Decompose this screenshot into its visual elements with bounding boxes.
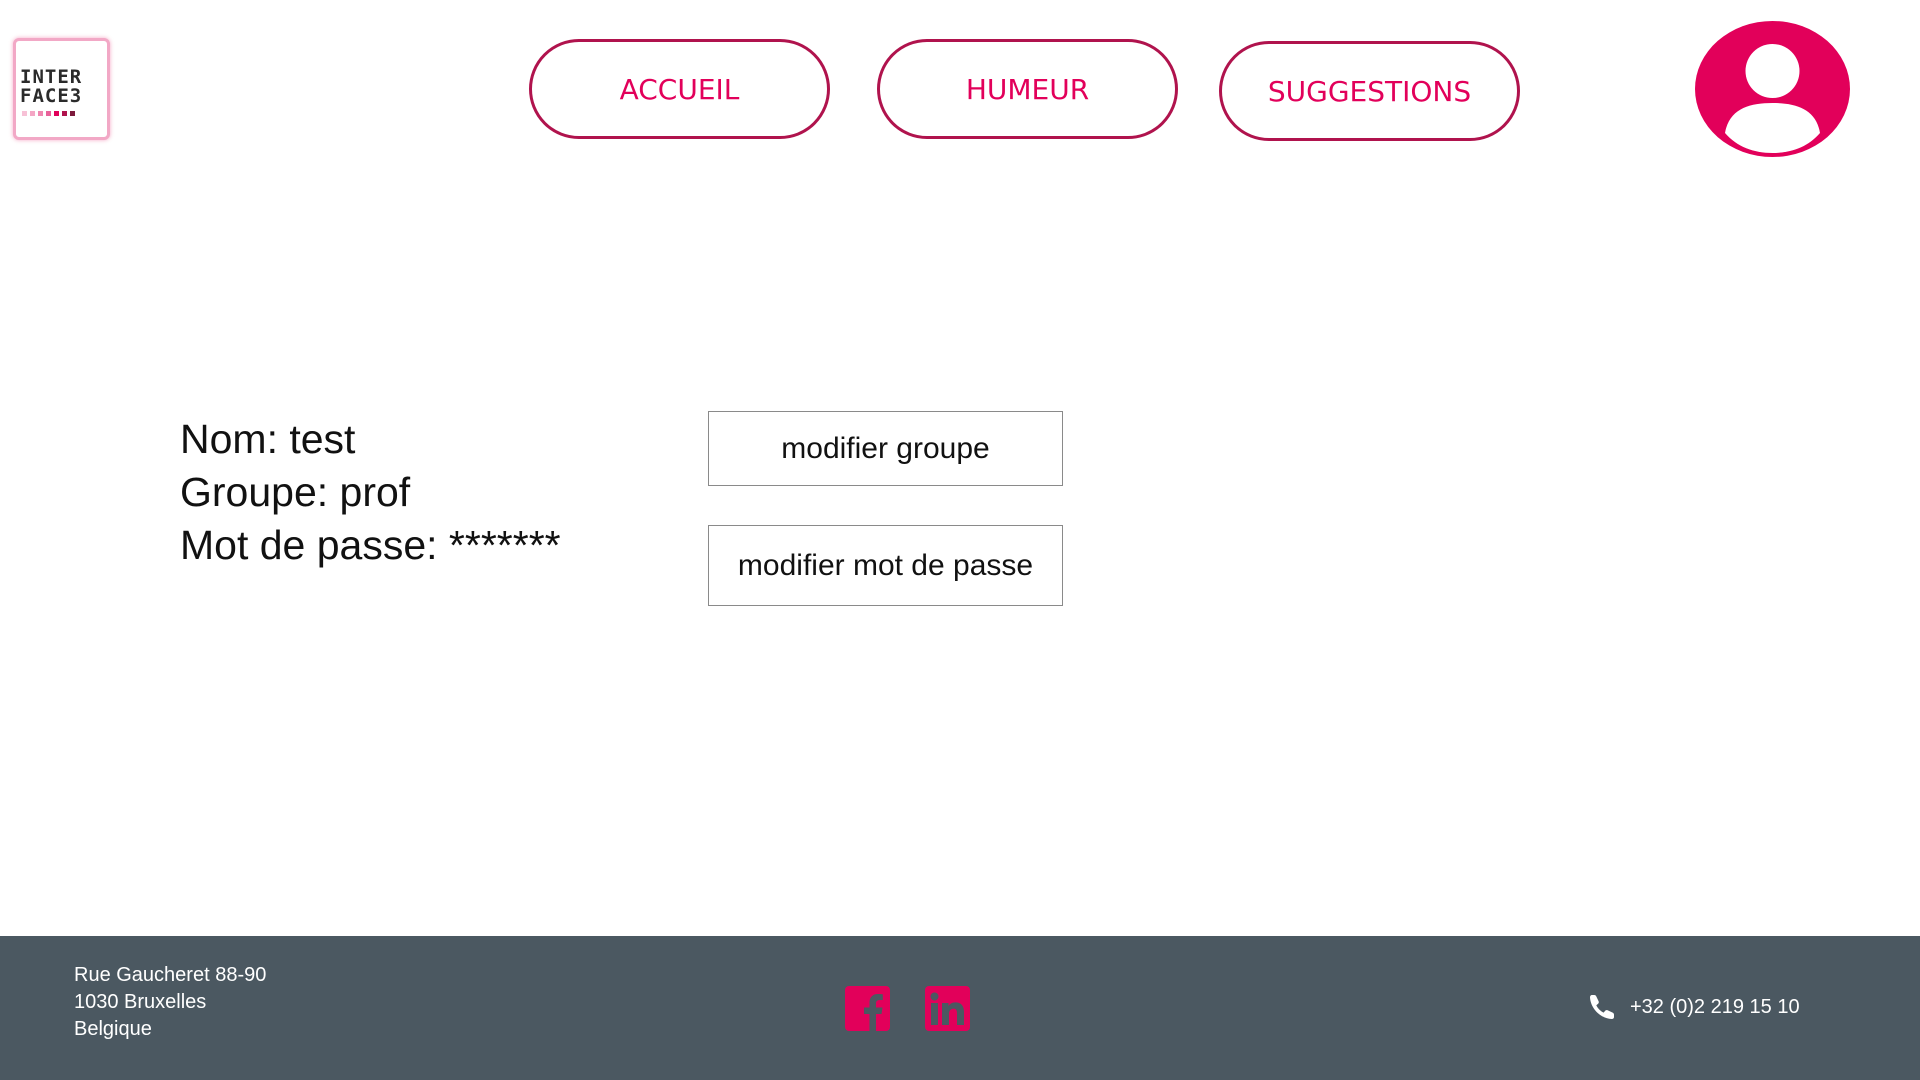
address-line3: Belgique — [74, 1018, 152, 1040]
logo-dot — [46, 111, 51, 116]
nav-humeur-button[interactable]: HUMEUR — [877, 39, 1178, 139]
logo-dot — [30, 111, 35, 116]
footer-phone: +32 (0)2 219 15 10 — [1588, 993, 1800, 1021]
logo-dots — [22, 111, 75, 116]
profile-mot-de-passe: Mot de passe: ******* — [180, 522, 561, 568]
logo-dot — [54, 111, 59, 116]
profile-info: Nom: test Groupe: prof Mot de passe: ***… — [180, 413, 561, 572]
footer-address: Rue Gaucheret 88-90 1030 Bruxelles Belgi… — [74, 962, 266, 1043]
phone-icon — [1588, 993, 1616, 1021]
footer: Rue Gaucheret 88-90 1030 Bruxelles Belgi… — [0, 936, 1920, 1080]
logo-dot — [62, 111, 67, 116]
nav-suggestions-button[interactable]: SUGGESTIONS — [1219, 41, 1520, 141]
logo-dot — [70, 111, 75, 116]
linkedin-icon[interactable] — [925, 986, 970, 1031]
logo-text-line2: FACE3 — [20, 85, 83, 107]
address-line2: 1030 Bruxelles — [74, 991, 207, 1013]
user-account-icon[interactable] — [1695, 21, 1850, 157]
modifier-mot-de-passe-button[interactable]: modifier mot de passe — [708, 525, 1063, 606]
facebook-icon[interactable] — [845, 986, 890, 1031]
page: INTER FACE3 ACCUEIL HUMEUR SUGGESTIONS N… — [0, 0, 1920, 1080]
address-line1: Rue Gaucheret 88-90 — [74, 964, 267, 986]
profile-groupe: Groupe: prof — [180, 469, 411, 515]
logo-dot — [38, 111, 43, 116]
nav-accueil-button[interactable]: ACCUEIL — [529, 39, 830, 139]
phone-number: +32 (0)2 219 15 10 — [1630, 995, 1800, 1018]
modifier-groupe-button[interactable]: modifier groupe — [708, 411, 1063, 486]
interface3-logo[interactable]: INTER FACE3 — [13, 38, 110, 140]
profile-nom: Nom: test — [180, 416, 356, 462]
logo-dot — [22, 111, 27, 116]
